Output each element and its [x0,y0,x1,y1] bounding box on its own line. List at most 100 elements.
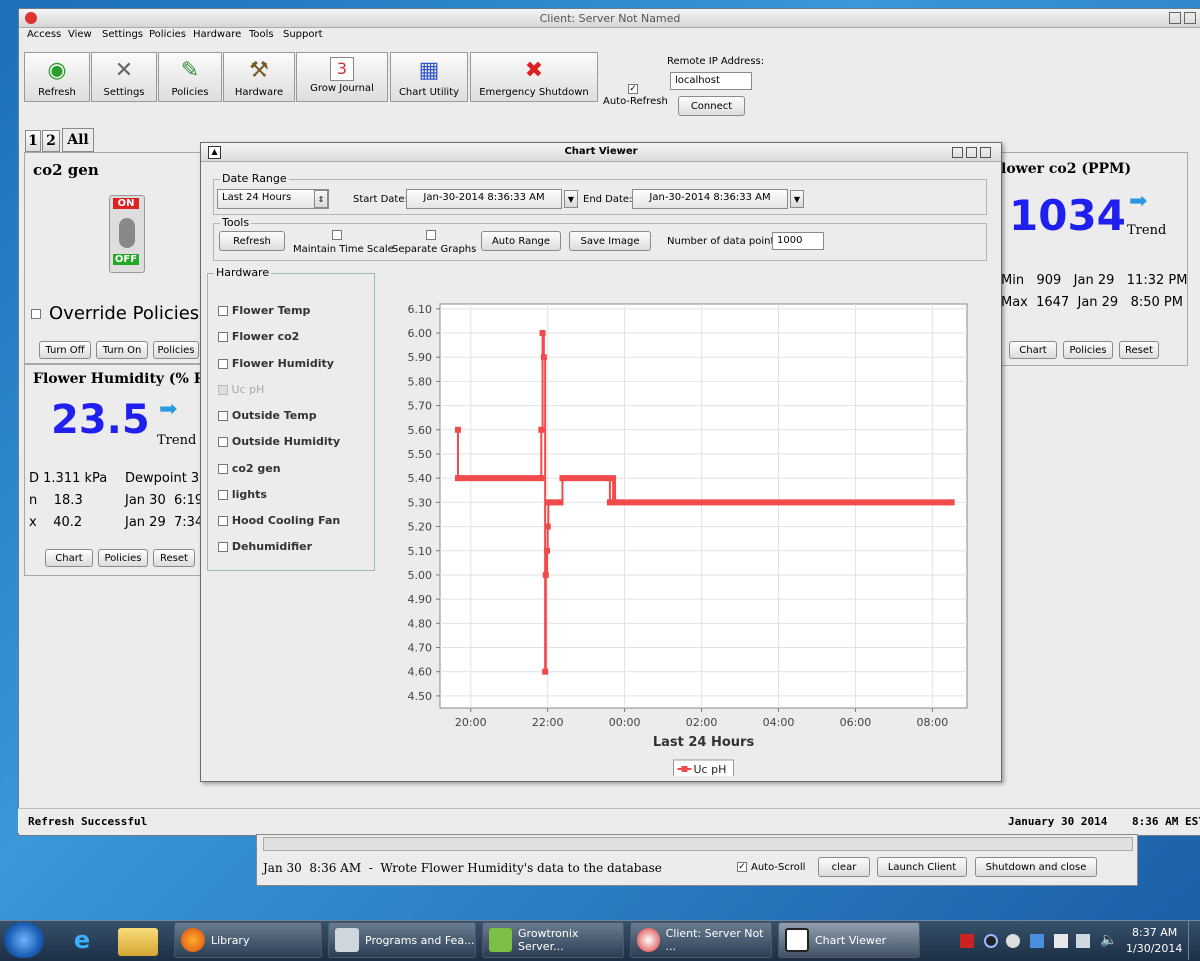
hardware-button[interactable]: ⚒ Hardware [223,52,295,102]
menu-support[interactable]: Support [283,29,323,40]
humidity-reset-button[interactable]: Reset [153,549,195,567]
status-text: Refresh Successful [28,815,148,828]
tray-icon-3[interactable] [1006,934,1020,948]
volume-icon[interactable]: 🔈 [1100,932,1117,948]
range-select[interactable]: Last 24 Hours [217,189,329,209]
humidity-policies-button[interactable]: Policies [98,549,148,567]
chart-utility-button[interactable]: ▦ Chart Utility [390,52,468,102]
close-icon[interactable] [980,147,991,158]
minimize-icon[interactable] [952,147,963,158]
menu-hardware[interactable]: Hardware [193,29,241,40]
shutdown-close-button[interactable]: Shutdown and close [975,857,1097,877]
maximize-icon[interactable] [966,147,977,158]
hardware-item-co2-gen[interactable]: co2 gen [218,462,281,475]
checkbox[interactable] [218,411,228,421]
tray-flag-icon[interactable] [1054,934,1068,948]
tab-2[interactable]: 2 [42,130,60,152]
power-switch[interactable]: ON OFF [109,195,145,273]
y-tick-label: 5.40 [408,472,433,485]
tray-icon-4[interactable] [1030,934,1044,948]
hardware-item-flower-temp[interactable]: Flower Temp [218,304,310,317]
humidity-chart-button[interactable]: Chart [45,549,93,567]
hardware-item-uc-ph[interactable]: Uc pH [218,383,264,396]
co2-policies-button[interactable]: Policies [1063,341,1113,359]
launch-client-button[interactable]: Launch Client [877,857,967,877]
checkbox[interactable] [218,306,228,316]
menu-view[interactable]: View [68,29,92,40]
maximize-icon[interactable] [1169,12,1181,24]
refresh-button[interactable]: ◉ Refresh [24,52,90,102]
taskbar-item-chart-viewer[interactable]: Chart Viewer [778,922,920,958]
tray-icon-2[interactable] [984,934,998,948]
restore-icon[interactable] [1184,12,1196,24]
menu-settings[interactable]: Settings [102,29,143,40]
start-button[interactable] [4,922,44,958]
hardware-item-outside-temp[interactable]: Outside Temp [218,409,317,422]
checkbox[interactable] [218,464,228,474]
show-desktop-button[interactable] [1188,920,1200,960]
log-scrollbar[interactable] [263,837,1133,851]
hardware-item-lights[interactable]: lights [218,488,267,501]
end-date-field[interactable]: Jan-30-2014 8:36:33 AM [632,189,788,209]
tray-icon-1[interactable] [960,934,974,948]
start-date-field[interactable]: Jan-30-2014 8:36:33 AM [406,189,562,209]
tools-label: Tools [220,216,252,229]
y-tick-label: 4.60 [408,666,433,679]
hardware-item-dehumidifier[interactable]: Dehumidifier [218,540,312,553]
taskbar-item-library[interactable]: Library [174,922,322,958]
start-date-dropdown-icon[interactable]: ▼ [564,190,578,208]
clock-time: 8:37 AM [1132,926,1178,939]
hardware-item-flower-co2[interactable]: Flower co2 [218,330,299,343]
firefox-icon [181,928,205,952]
policies-button[interactable]: ✎ Policies [158,52,222,102]
co2-chart-button[interactable]: Chart [1009,341,1057,359]
data-points-input[interactable]: 1000 [772,232,824,250]
hardware-item-flower-humidity[interactable]: Flower Humidity [218,357,334,370]
taskbar-item-programs[interactable]: Programs and Fea... [328,922,476,958]
turn-off-button[interactable]: Turn Off [39,341,91,359]
hardware-item-outside-humidity[interactable]: Outside Humidity [218,435,340,448]
folder-icon[interactable] [118,928,158,956]
menu-tools[interactable]: Tools [249,29,274,40]
save-image-button[interactable]: Save Image [569,231,651,251]
taskbar-item-client[interactable]: Client: Server Not ... [630,922,772,958]
checkbox[interactable] [218,542,228,552]
grow-journal-button[interactable]: 3 Grow Journal [296,52,388,102]
menu-access[interactable]: Access [27,29,61,40]
chart-viewer-title-bar[interactable]: ▲ Chart Viewer [201,143,1001,162]
range-select-arrow-icon[interactable]: ⇕ [314,190,328,208]
internet-explorer-icon[interactable]: e [62,926,102,956]
clear-button[interactable]: clear [818,857,870,877]
connect-button[interactable]: Connect [678,96,745,116]
tab-1[interactable]: 1 [25,130,41,152]
end-date-dropdown-icon[interactable]: ▼ [790,190,804,208]
emergency-shutdown-button[interactable]: ✖ Emergency Shutdown [470,52,598,102]
co2-reset-button[interactable]: Reset [1119,341,1159,359]
co2-gen-policies-button[interactable]: Policies [153,341,199,359]
checkbox[interactable] [218,332,228,342]
humidity-value: 23.5 [51,397,150,443]
auto-range-button[interactable]: Auto Range [481,231,561,251]
separate-graphs-checkbox[interactable] [426,230,436,240]
checkbox[interactable] [218,437,228,447]
override-policies-checkbox[interactable] [31,309,41,319]
co2-gen-title: co2 gen [33,161,99,179]
auto-scroll-checkbox[interactable]: ✓ [737,862,747,872]
settings-button[interactable]: ✕ Settings [91,52,157,102]
checkbox[interactable] [218,385,228,395]
title-bar[interactable]: Client: Server Not Named [19,9,1200,28]
maintain-time-scale-checkbox[interactable] [332,230,342,240]
checkbox[interactable] [218,359,228,369]
auto-refresh-checkbox[interactable]: ✓ [628,84,638,94]
checkbox[interactable] [218,516,228,526]
turn-on-button[interactable]: Turn On [96,341,148,359]
tab-all[interactable]: All [62,128,94,152]
hardware-item-hood-cooling-fan[interactable]: Hood Cooling Fan [218,514,340,527]
checkbox[interactable] [218,490,228,500]
chart-refresh-button[interactable]: Refresh [219,231,285,251]
remote-ip-input[interactable]: localhost [670,72,752,90]
menu-policies[interactable]: Policies [149,29,186,40]
taskbar-item-growtronix-server[interactable]: Growtronix Server... [482,922,624,958]
y-tick-label: 4.80 [408,617,433,630]
network-icon[interactable] [1076,934,1090,948]
